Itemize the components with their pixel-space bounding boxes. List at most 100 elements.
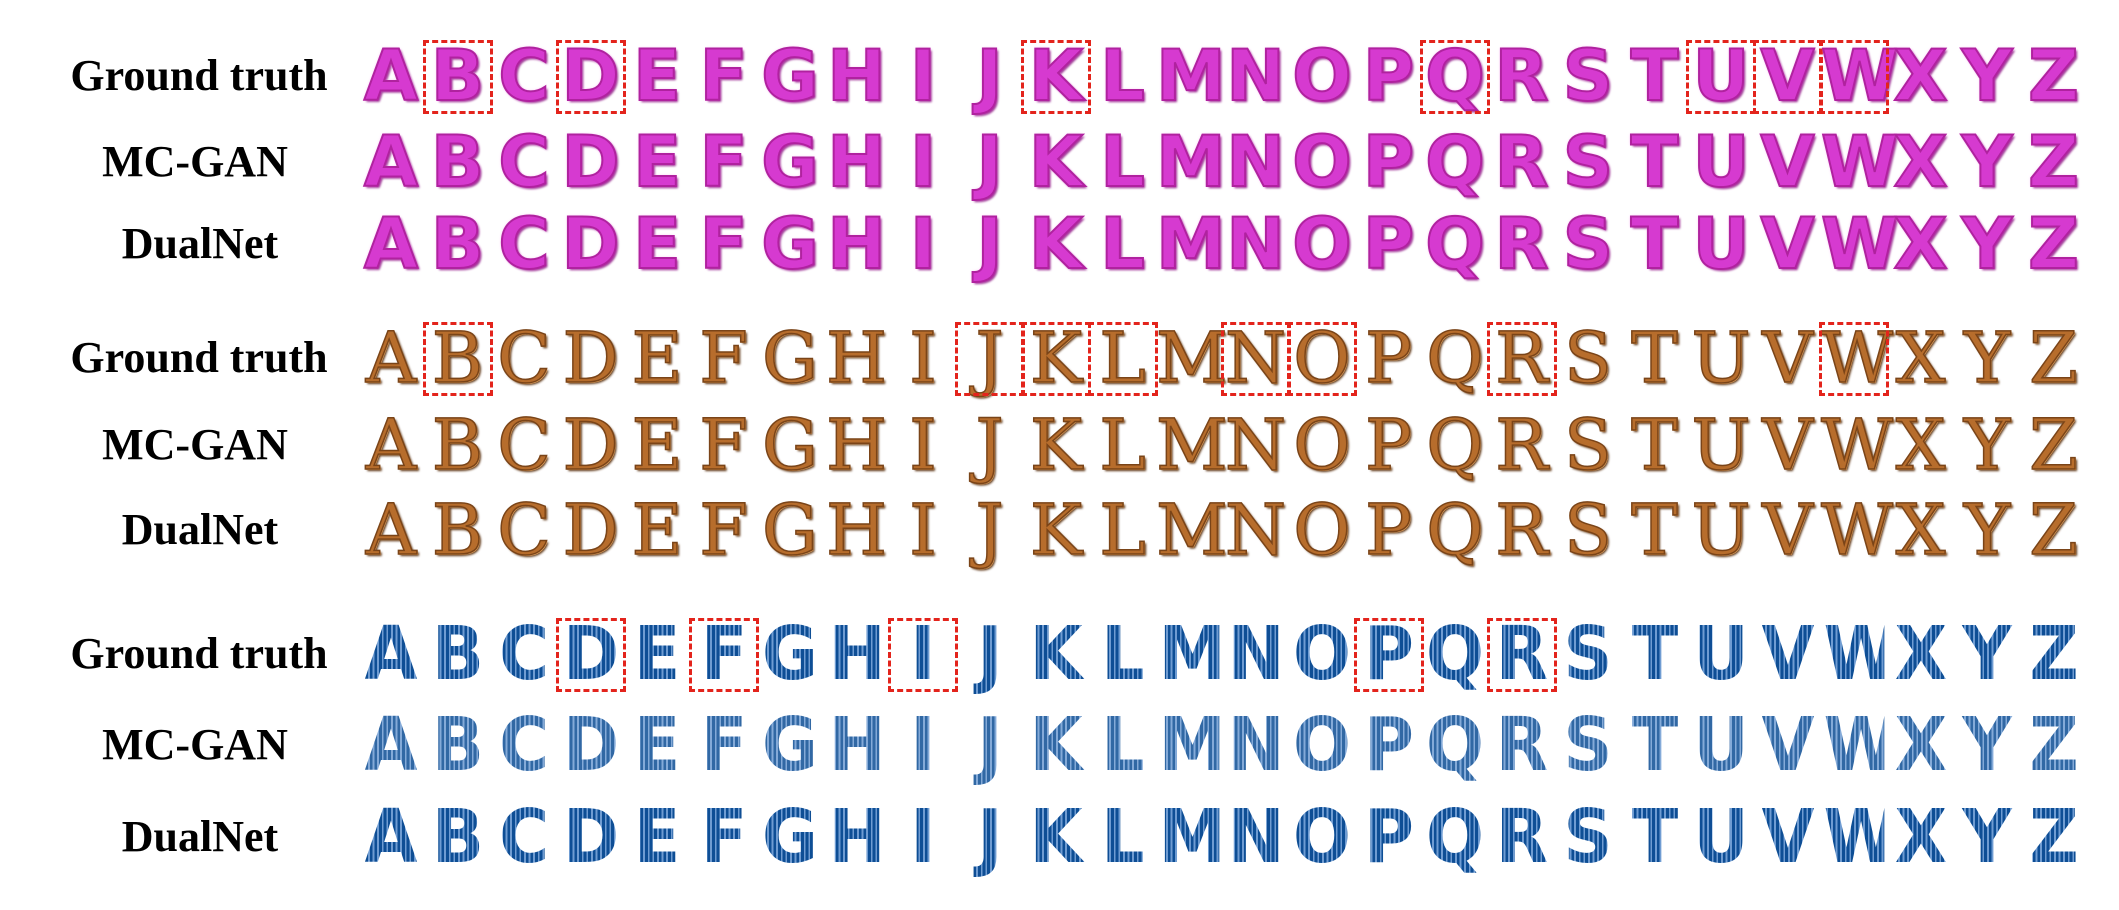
glyph-g: G [760,705,821,785]
glyph-a: A [365,489,417,571]
glyph-x: X [1895,489,1946,571]
glyph-e: E [627,705,688,785]
glyph-z: Z [2028,489,2078,571]
highlight-box [1486,618,1557,692]
glyph-z: Z [2027,35,2080,117]
glyph-t: T [1624,614,1685,694]
glyph-e: E [627,614,688,694]
glyph-e: E [632,121,682,203]
glyph-z: Z [2023,614,2084,694]
glyph-q: Q [1426,317,1485,399]
glyph-w: W [1820,121,1899,203]
glyph-n: N [1227,611,1284,697]
glyph-x: X [1890,705,1951,785]
glyph-a: A [361,614,422,694]
glyph-m: M [1155,317,1228,399]
glyph-d: D [560,121,620,203]
glyph-x: X [1895,317,1946,399]
row-mc: MC-GAN A B C D E F G H I J K L M N O P Q R S T U V W X Y Z [0,404,2119,486]
glyph-j: J [959,797,1020,877]
highlight-box [1686,40,1756,114]
glyph-p: P [1364,317,1413,399]
highlight-box [1819,40,1889,114]
glyph-d: D [562,404,620,486]
glyph-k: K [1026,705,1087,785]
glyph-t: T [1630,404,1678,486]
glyph-p: P [1358,797,1419,877]
glyph-w: W [1820,203,1899,285]
glyph-o: O [1291,203,1353,285]
glyph-j: J [975,203,1003,285]
glyph-sequence: ABCDEFGHIJKLMNOPQRSTUVWXYZ [358,489,2088,571]
highlight-box [1353,618,1424,692]
glyph-s: S [1558,614,1619,694]
glyph-b: B [427,614,488,694]
glyph-h: H [828,794,885,880]
glyph-h: H [826,35,887,117]
glyph-k: K [1026,614,1087,694]
highlight-box [1087,322,1158,396]
glyph-i: I [908,404,937,486]
row-label: Ground truth [70,333,328,382]
row-label: DualNet [121,505,279,554]
glyph-s: S [1558,797,1619,877]
glyph-r: R [1494,121,1550,203]
highlight-box [1021,40,1091,114]
glyph-e: E [632,203,682,285]
glyph-x: X [1890,614,1951,694]
glyph-m: M [1158,702,1227,788]
glyph-m: M [1155,404,1228,486]
glyph-o: O [1293,404,1352,486]
glyph-a: A [365,317,417,399]
glyph-f: F [698,404,748,486]
glyph-s: S [1562,35,1614,117]
highlight-box [1287,322,1357,396]
glyph-d: D [562,489,620,571]
row-gt: Ground truth A B C D E F G H I J K L M N O P Q R S T U V W X Y Z [0,614,2119,694]
glyph-f: F [699,203,749,285]
glyph-l: L [1099,35,1146,117]
glyph-n: N [1227,794,1284,880]
row-gt: Ground truth A B C D E F G H I J K L M N O P Q R S T U V W X Y Z [0,317,2119,399]
glyph-y: Y [1963,317,2011,399]
row-label: Ground truth [70,51,328,100]
glyph-e: E [631,317,684,399]
glyph-i: I [909,203,937,285]
glyph-c: C [497,203,550,285]
glyph-u: U [1691,705,1752,785]
glyph-k: K [1026,797,1087,877]
glyph-l: L [1099,404,1147,486]
glyph-v: V [1759,203,1815,285]
glyph-u: U [1691,489,1752,571]
glyph-i: I [909,121,937,203]
glyph-d: D [560,797,621,877]
glyph-x: X [1890,797,1951,877]
glyph-b: B [430,121,485,203]
glyph-t: T [1630,121,1680,203]
glyph-t: T [1630,35,1680,117]
glyph-r: R [1494,203,1550,285]
glyph-a: A [363,35,419,117]
glyph-s: S [1563,317,1612,399]
glyph-h: H [825,404,888,486]
highlight-box [1021,322,1091,396]
glyph-d: D [560,705,621,785]
glyph-z: Z [2028,404,2078,486]
glyph-l: L [1092,797,1153,877]
glyph-p: P [1362,35,1415,117]
glyph-y: Y [1963,489,2011,571]
glyph-t: T [1630,203,1680,285]
glyph-p: P [1358,705,1419,785]
glyph-g: G [760,797,821,877]
glyph-f: F [698,317,748,399]
glyph-k: K [1028,203,1084,285]
glyph-t: T [1630,489,1678,571]
glyph-c: C [494,797,555,877]
glyph-o: O [1293,611,1351,697]
glyph-r: R [1494,35,1550,117]
glyph-o: O [1291,121,1353,203]
highlight-box [422,322,493,396]
glyph-n: N [1224,489,1287,571]
glyph-m: M [1155,35,1227,117]
glyph-p: P [1364,404,1413,486]
